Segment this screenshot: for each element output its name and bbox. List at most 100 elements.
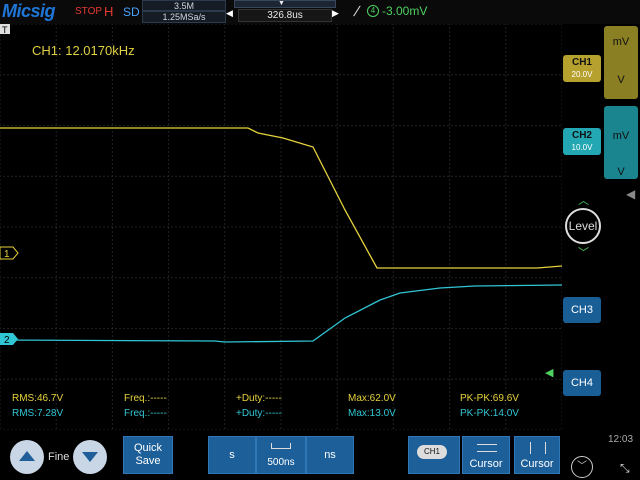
grid-dot	[359, 277, 361, 279]
grid-dot	[449, 143, 451, 145]
ch2-unit-selector[interactable]: mV V	[604, 106, 638, 179]
trigger-level[interactable]: -3.00mV	[382, 4, 427, 18]
grid-dot	[55, 35, 57, 37]
trigger-source-icon[interactable]: 4	[367, 5, 379, 17]
grid-dot	[327, 124, 329, 127]
grid-dot	[83, 124, 85, 127]
ch1-unit-mv[interactable]: mV	[604, 36, 638, 48]
time-left-arrow-icon[interactable]: ◀	[226, 8, 233, 19]
grid-dot	[367, 226, 369, 228]
grid-dot	[168, 119, 170, 121]
grid-dot	[479, 226, 481, 228]
acquisition-mode[interactable]: SD	[123, 5, 140, 19]
grid-dot	[7, 124, 9, 127]
grid-dot	[175, 74, 177, 76]
ch3-button[interactable]: CH3	[563, 297, 601, 323]
ch1-unit-selector[interactable]: mV V	[604, 26, 638, 99]
ch2-button[interactable]: CH2 10.0V	[563, 128, 601, 155]
grid-dot	[263, 327, 265, 330]
grid-dot	[223, 327, 225, 330]
grid-dot	[111, 35, 113, 37]
waveform-display[interactable]: 1 2 T	[0, 23, 563, 431]
grid-dot	[475, 277, 477, 279]
level-knob[interactable]: Level	[565, 208, 601, 244]
grid-dot	[505, 387, 507, 389]
grid-dot	[467, 74, 469, 76]
channel-select-button[interactable]: CH1	[408, 436, 460, 474]
timebase-unit-ns-button[interactable]: ns	[306, 436, 354, 474]
grid-dot	[111, 74, 113, 76]
grid-dot	[447, 74, 449, 76]
grid-dot	[280, 215, 282, 217]
run-state[interactable]: STOP	[75, 6, 102, 17]
waveform-canvas[interactable]: 1 2 T	[0, 23, 563, 431]
grid-dot	[336, 403, 338, 405]
ch2-unit-v[interactable]: V	[604, 166, 638, 178]
memory-depth[interactable]: 3.5M	[142, 0, 226, 11]
grid-dot	[51, 378, 53, 380]
grid-dot	[471, 124, 473, 127]
grid-dot	[315, 175, 317, 177]
grid-dot	[99, 327, 101, 330]
grid-dot	[403, 378, 405, 380]
grid-dot	[39, 378, 41, 380]
quick-save-button[interactable]: Quick Save	[123, 436, 173, 474]
grid-dot	[11, 74, 13, 76]
horizontal-cursor-button[interactable]: Cursor	[462, 436, 510, 474]
grid-dot	[35, 74, 37, 76]
grid-dot	[263, 124, 265, 127]
grid-dot	[375, 124, 377, 127]
ch1-unit-v[interactable]: V	[604, 74, 638, 86]
grid-dot	[392, 263, 394, 265]
grid-dot	[505, 103, 507, 105]
fine-up-button[interactable]	[10, 440, 44, 474]
grid-dot	[224, 351, 226, 353]
grid-dot	[111, 223, 113, 225]
time-right-arrow-icon[interactable]: ▶	[332, 8, 339, 19]
grid-dot	[168, 351, 170, 353]
grid-dot	[483, 175, 485, 177]
grid-dot	[171, 124, 173, 127]
sample-rate[interactable]: 1.25MSa/s	[142, 11, 226, 23]
grid-dot	[449, 111, 451, 113]
ch4-button[interactable]: CH4	[563, 370, 601, 396]
timebase-unit-s-button[interactable]: s	[208, 436, 256, 474]
memory-position-bar[interactable]	[234, 0, 336, 8]
level-down-icon[interactable]: ﹀	[578, 244, 589, 260]
panel-expand-icon[interactable]: ◀	[626, 187, 635, 201]
grid-dot	[392, 63, 394, 65]
fullscreen-icon[interactable]: ⤡	[620, 461, 630, 476]
rising-edge-icon[interactable]: /	[352, 3, 362, 19]
ch1-marker-label: 1	[4, 249, 10, 260]
grid-dot	[503, 124, 505, 127]
grid-dot	[280, 355, 282, 357]
grid-dot	[168, 187, 170, 189]
grid-dot	[449, 419, 451, 421]
level-up-icon[interactable]: ︿	[578, 192, 589, 208]
grid-dot	[280, 343, 282, 345]
grid-dot	[139, 327, 141, 330]
time-offset[interactable]: 326.8us	[238, 9, 332, 22]
grid-dot	[449, 311, 451, 313]
grid-dot	[455, 124, 457, 127]
grid-dot	[55, 59, 57, 61]
fine-down-button[interactable]	[73, 440, 107, 474]
grid-dot	[547, 124, 549, 127]
grid-dot	[499, 175, 501, 177]
grid-dot	[280, 207, 282, 209]
ch2-unit-mv[interactable]: mV	[604, 130, 638, 142]
grid-dot	[392, 155, 394, 157]
grid-dot	[407, 378, 409, 380]
grid-dot	[392, 283, 394, 285]
chevron-down-icon[interactable]: ﹀	[571, 456, 593, 478]
grid-dot	[363, 327, 365, 330]
trigger-level-marker-icon[interactable]: ◀	[545, 366, 553, 379]
vertical-cursor-button[interactable]: Cursor	[514, 436, 560, 474]
grid-dot	[55, 311, 57, 313]
grid-dot	[392, 39, 394, 41]
ch1-button[interactable]: CH1 20.0V	[563, 55, 601, 82]
grid-dot	[449, 271, 451, 273]
timebase-button[interactable]: 500ns	[256, 436, 306, 474]
grid-dot	[55, 79, 57, 81]
grid-dot	[67, 175, 69, 177]
